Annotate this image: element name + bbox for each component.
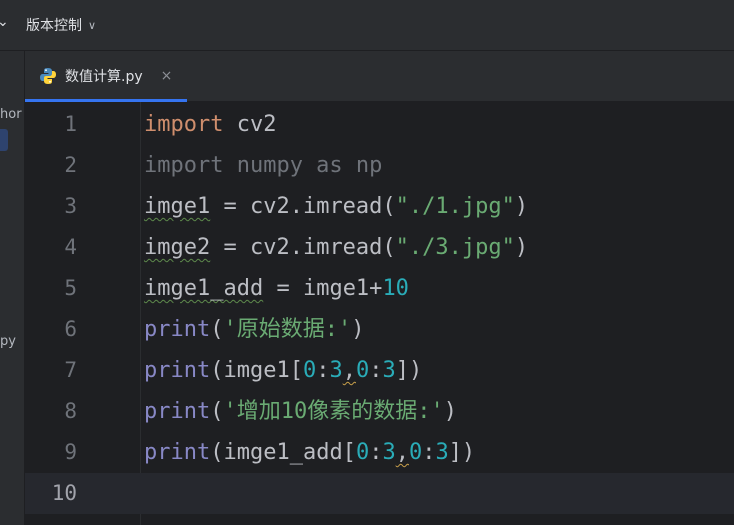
top-toolbar: ⌄ 版本控制 ∨ <box>0 0 734 51</box>
code-line[interactable]: 2 import numpy as np <box>25 145 734 186</box>
line-number: 7 <box>64 358 77 382</box>
project-tree-selection[interactable] <box>0 129 8 151</box>
line-number: 9 <box>64 440 77 464</box>
code-text: import cv2 <box>144 112 277 137</box>
code-line[interactable]: 7 print(imge1[0:3,0:3]) <box>25 350 734 391</box>
chevron-down-icon: ∨ <box>88 18 97 32</box>
code-line[interactable]: 1 import cv2 <box>25 104 734 145</box>
editor-tab-label: 数值计算.py <box>65 69 143 85</box>
project-panel-edge: hor py <box>0 51 25 525</box>
code-text: print('原始数据:') <box>144 317 365 342</box>
close-icon[interactable]: × <box>161 68 173 84</box>
python-icon <box>40 68 56 84</box>
editor-tab-bar: 数值计算.py × <box>25 51 734 102</box>
code-text: print(imge1_add[0:3,0:3]) <box>144 440 476 465</box>
code-line[interactable]: 8 print('增加10像素的数据:') <box>25 391 734 432</box>
line-number: 8 <box>64 399 77 423</box>
code-line[interactable]: 3 imge1 = cv2.imread("./1.jpg") <box>25 186 734 227</box>
code-editor[interactable]: 1 import cv2 2 import numpy as np 3 imge… <box>25 102 734 525</box>
code-text: imge2 = cv2.imread("./3.jpg") <box>144 235 529 260</box>
code-text: imge1 = cv2.imread("./1.jpg") <box>144 194 529 219</box>
line-number: 5 <box>64 276 77 300</box>
project-tree-fragment[interactable]: py <box>0 334 16 349</box>
line-number: 1 <box>64 112 77 136</box>
code-text: imge1_add = imge1+10 <box>144 276 409 301</box>
line-number: 6 <box>64 317 77 341</box>
code-text: import numpy as np <box>144 153 383 178</box>
editor-tab[interactable]: 数值计算.py × <box>25 51 187 102</box>
line-number: 3 <box>64 194 77 218</box>
code-text: print(imge1[0:3,0:3]) <box>144 358 423 383</box>
code-line[interactable]: 4 imge2 = cv2.imread("./3.jpg") <box>25 227 734 268</box>
code-line[interactable]: 6 print('原始数据:') <box>25 309 734 350</box>
project-tree-fragment[interactable]: hor <box>0 107 22 122</box>
code-line[interactable]: 9 print(imge1_add[0:3,0:3]) <box>25 432 734 473</box>
line-number: 10 <box>51 481 77 505</box>
line-number: 4 <box>64 235 77 259</box>
vcs-menu-button[interactable]: 版本控制 ∨ <box>26 15 96 35</box>
chevron-down-icon[interactable]: ⌄ <box>0 14 9 30</box>
code-line-current[interactable]: 10 <box>25 473 734 514</box>
vcs-label: 版本控制 <box>26 18 82 34</box>
code-text: print('增加10像素的数据:') <box>144 399 457 424</box>
code-line[interactable]: 5 imge1_add = imge1+10 <box>25 268 734 309</box>
line-number: 2 <box>64 153 77 177</box>
